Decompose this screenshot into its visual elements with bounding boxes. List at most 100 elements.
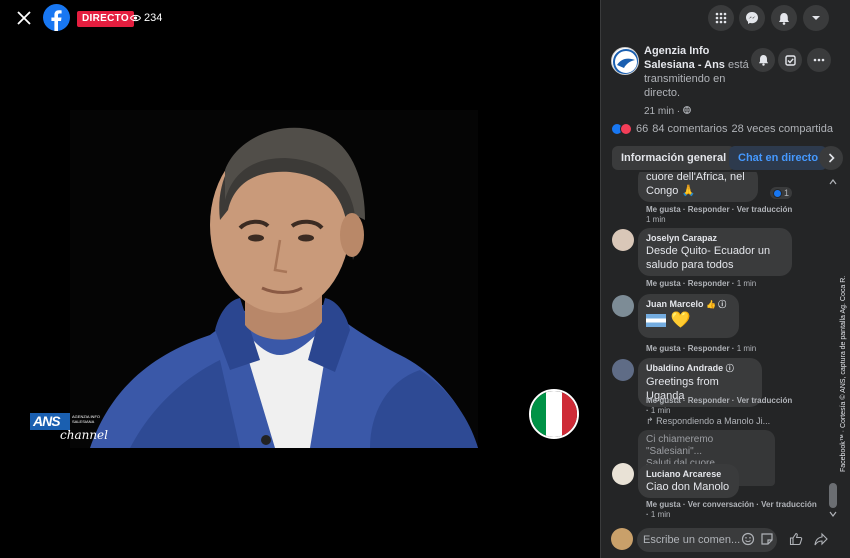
comment-author[interactable]: Joselyn Carapaz (646, 232, 784, 244)
panel-tabs: Información general Chat en directo (611, 146, 850, 170)
like-link[interactable]: Me gusta (646, 279, 681, 288)
comment-author[interactable]: Luciano Arcarese (646, 468, 731, 480)
page-status-text: Agenzia Info Salesiana - Ans está transm… (644, 44, 754, 100)
image-credit: Facebook™ · Cortesía © ANS, captura de p… (838, 240, 850, 476)
viewer-count-value: 234 (144, 12, 163, 24)
global-header (601, 0, 850, 36)
flag-stripe-green (531, 391, 547, 437)
follow-bell-icon[interactable] (751, 48, 775, 72)
comment-actions: Me gusta · Ver conversación · Ver traduc… (646, 500, 817, 518)
chat-scrollbar[interactable] (828, 178, 838, 518)
comment-author-name[interactable]: Juan Marcelo (646, 299, 704, 309)
comment-text: cuore dell'Africa, nel Congo 🙏 (646, 172, 745, 197)
comment-author-name[interactable]: Ubaldino Andrade (646, 363, 723, 373)
tab-live-chat[interactable]: Chat en directo (729, 146, 828, 170)
post-time[interactable]: 21 min · (644, 106, 691, 117)
see-translation-link[interactable]: Ver traducción (737, 396, 793, 405)
comment-bubble: Joselyn Carapaz Desde Quito- Ecuador un … (638, 228, 792, 276)
page-avatar[interactable] (611, 47, 639, 75)
top-fan-badge-icon: 👍 ⓘ (706, 300, 727, 309)
reaction-icons[interactable] (611, 123, 632, 135)
account-chevron-down-icon[interactable] (803, 5, 829, 31)
avatar[interactable] (612, 463, 634, 485)
live-video-player[interactable]: DIRECTO 234 ANS AGENZIA INFO SALESIANA c… (0, 0, 600, 558)
eye-icon (130, 14, 141, 22)
ans-channel-logo: ANS AGENZIA INFO SALESIANA channel (30, 413, 110, 442)
quoted-line-1: Ci chiameremo "Salesiani"... (646, 434, 714, 457)
comment-time[interactable]: 1 min (737, 344, 757, 353)
comment-author: Juan Marcelo 👍 ⓘ (646, 298, 731, 311)
reactions-count[interactable]: 66 (636, 123, 648, 135)
tab-overview[interactable]: Información general (612, 146, 736, 170)
like-link[interactable]: Me gusta (646, 344, 681, 353)
speaker-image (70, 110, 478, 448)
emoji-icon[interactable] (741, 532, 755, 546)
comment-time[interactable]: 1 min (651, 510, 671, 518)
share-arrow-icon[interactable] (814, 532, 828, 546)
reply-link[interactable]: Responder (688, 396, 730, 405)
ans-logo-small: AGENZIA INFO SALESIANA (72, 414, 101, 424)
like-link[interactable]: Me gusta (646, 396, 681, 405)
comment-actions: Me gusta · Responder · 1 min (646, 344, 757, 353)
see-translation-link[interactable]: Ver traducción (761, 500, 817, 509)
comment-text: Ciao don Manolo (646, 481, 730, 493)
like-reaction-icon (773, 188, 782, 198)
comment-time[interactable]: 1 min (737, 279, 757, 288)
save-bookmark-icon[interactable] (778, 48, 802, 72)
like-link[interactable]: Me gusta (646, 205, 681, 214)
comment-bubble: Juan Marcelo 👍 ⓘ 💛 (638, 294, 739, 338)
shares-count[interactable]: 28 veces compartida (731, 123, 833, 135)
comment-actions: Me gusta · Responder · 1 min (646, 279, 757, 288)
facebook-logo-icon[interactable] (43, 4, 70, 32)
reply-link[interactable]: Responder (688, 279, 730, 288)
reply-link[interactable]: Responder (688, 205, 730, 214)
image-credit-text: Facebook™ · Cortesía © ANS, captura de p… (840, 275, 847, 472)
live-side-panel: Agenzia Info Salesiana - Ans está transm… (600, 0, 850, 558)
engagement-stats: 66 84 comentarios 28 veces compartida (611, 122, 850, 136)
reply-arrow-icon: ↱ (646, 416, 654, 426)
comment-text: 💛 (646, 311, 731, 331)
info-icon: ⓘ (725, 364, 734, 373)
see-translation-link[interactable]: Ver traducción (737, 205, 793, 214)
flag-stripe-red (561, 391, 577, 437)
scroll-up-arrow-icon[interactable] (828, 178, 838, 186)
close-icon[interactable] (14, 8, 34, 28)
scroll-thumb[interactable] (829, 483, 837, 508)
like-thumb-icon[interactable] (789, 532, 803, 546)
comment-text: Desde Quito- Ecuador un saludo para todo… (646, 245, 771, 271)
comment-emoji: 💛 (670, 312, 691, 329)
see-conversation-link[interactable]: Ver conversación (688, 500, 754, 509)
like-link[interactable]: Me gusta (646, 500, 681, 509)
post-time-value: 21 min (644, 106, 675, 117)
comment-time[interactable]: 1 min (651, 406, 671, 415)
scroll-down-arrow-icon[interactable] (828, 510, 838, 518)
comment-bubble: Luciano Arcarese Ciao don Manolo (638, 464, 739, 498)
avatar[interactable] (612, 295, 634, 317)
live-badge: DIRECTO (77, 11, 134, 27)
italy-flag-icon[interactable] (529, 389, 579, 439)
ans-logo-channel: channel (60, 428, 108, 442)
notifications-bell-icon[interactable] (771, 5, 797, 31)
video-frame (70, 110, 478, 448)
comment-bubble: cuore dell'Africa, nel Congo 🙏 (638, 172, 758, 202)
comment-actions: Me gusta · Responder · Ver traducción 1 … (646, 205, 793, 224)
chevron-right-icon[interactable] (819, 146, 843, 170)
messenger-icon[interactable] (739, 5, 765, 31)
reply-link[interactable]: Responder (688, 344, 730, 353)
comment-time[interactable]: 1 min (646, 215, 666, 224)
avatar[interactable] (612, 229, 634, 251)
user-avatar[interactable] (611, 528, 633, 550)
menu-grid-icon[interactable] (708, 5, 734, 31)
comment-reaction[interactable]: 1 (769, 186, 794, 200)
comment-composer: Escribe un comen... (601, 524, 850, 558)
sticker-icon[interactable] (760, 532, 774, 546)
page-name[interactable]: Agenzia Info Salesiana - Ans (644, 45, 725, 71)
comment-input[interactable]: Escribe un comen... (637, 528, 777, 552)
avatar[interactable] (612, 359, 634, 381)
replying-to[interactable]: ↱ Respondiendo a Manolo Ji... (646, 416, 770, 427)
more-options-icon[interactable] (807, 48, 831, 72)
argentina-flag-icon (646, 314, 666, 328)
live-chat-list[interactable]: cuore dell'Africa, nel Congo 🙏 1 Me gust… (601, 172, 841, 518)
replying-to-text: Respondiendo a Manolo Ji... (656, 416, 771, 426)
comments-count[interactable]: 84 comentarios (652, 123, 727, 135)
